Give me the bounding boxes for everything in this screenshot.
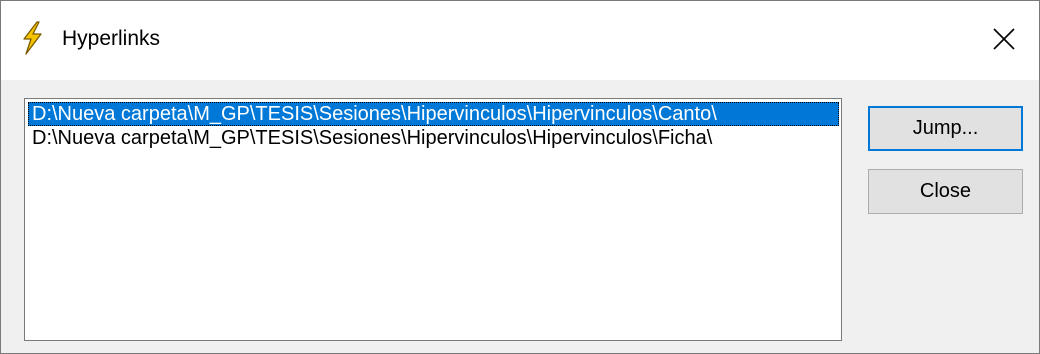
window-title: Hyperlinks [62,27,161,50]
hyperlinks-dialog: Hyperlinks D:\Nueva carpeta\M_GP\TESIS\S… [0,0,1040,354]
jump-button[interactable]: Jump... [868,106,1023,151]
close-button[interactable]: Close [868,169,1023,214]
list-item[interactable]: D:\Nueva carpeta\M_GP\TESIS\Sesiones\Hip… [28,126,839,150]
hyperlinks-list[interactable]: D:\Nueva carpeta\M_GP\TESIS\Sesiones\Hip… [24,98,842,341]
title-bar[interactable]: Hyperlinks [1,1,1039,80]
list-item[interactable]: D:\Nueva carpeta\M_GP\TESIS\Sesiones\Hip… [28,102,839,126]
lightning-bolt-icon [23,21,42,55]
close-icon[interactable] [984,19,1024,59]
